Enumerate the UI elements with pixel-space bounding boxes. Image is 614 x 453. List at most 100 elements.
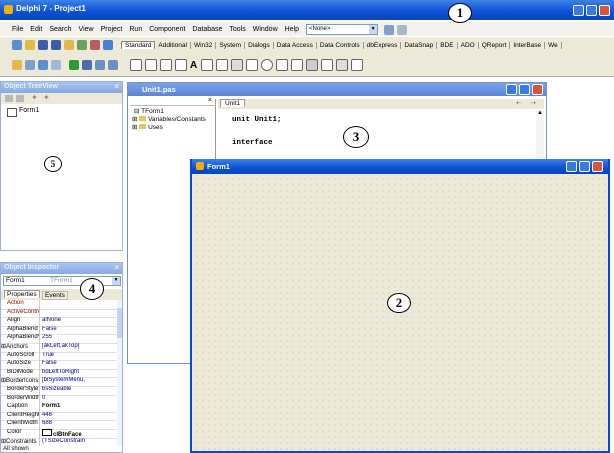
explorer-item-uses[interactable]: ⊞ Uses (132, 123, 163, 131)
maximize-button[interactable] (586, 5, 597, 16)
back-arrow-icon[interactable]: ⇠ (516, 99, 522, 107)
tab-unit1[interactable]: Unit1 (220, 99, 246, 107)
listbox-icon[interactable] (276, 59, 289, 71)
menu-tools[interactable]: Tools (229, 26, 245, 33)
close-icon[interactable]: × (114, 263, 119, 272)
treeview-title: Object TreeView (4, 83, 58, 90)
palette-tab-web[interactable]: We (545, 41, 562, 49)
desktop-save-icon[interactable] (384, 24, 395, 35)
pause-icon[interactable] (82, 60, 92, 70)
view-form-icon[interactable] (25, 60, 35, 70)
palette-tab-bde[interactable]: BDE (437, 41, 458, 49)
close-button[interactable] (592, 161, 603, 172)
menu-run[interactable]: Run (129, 26, 142, 33)
popup-menu-icon[interactable] (175, 59, 187, 71)
delphi-app-icon (4, 5, 13, 14)
panel-icon[interactable] (336, 59, 349, 71)
menu-help[interactable]: Help (285, 26, 299, 33)
radio-icon[interactable] (261, 59, 274, 71)
desktop-set-icon[interactable] (397, 24, 408, 35)
scrollbar-thumb[interactable] (117, 308, 122, 338)
chevron-down-icon[interactable]: ▼ (369, 25, 378, 34)
forward-arrow-icon[interactable]: ⇢ (530, 99, 536, 107)
down-arrow-icon[interactable]: ✦ (43, 93, 50, 102)
new-form-icon[interactable] (51, 60, 61, 70)
palette-tab-qreport[interactable]: QReport (479, 41, 511, 49)
palette-tab-dbexpress[interactable]: dbExpress (364, 41, 402, 49)
callout-number: 5 (50, 159, 56, 169)
menu-edit[interactable]: Edit (30, 26, 42, 33)
label-icon[interactable]: A (190, 60, 197, 71)
open-icon[interactable] (25, 40, 35, 50)
ide-title-bar: Delphi 7 - Project1 (0, 0, 614, 20)
palette-tab-dialogs[interactable]: Dialogs (245, 41, 274, 49)
button-icon[interactable] (231, 59, 244, 71)
minimize-button[interactable] (573, 5, 584, 16)
menu-component[interactable]: Component (149, 26, 185, 33)
combobox-icon[interactable] (291, 59, 304, 71)
new-icon[interactable] (12, 40, 22, 50)
tab-events[interactable]: Events (42, 291, 68, 300)
view-unit-icon[interactable] (12, 60, 22, 70)
inspector-scrollbar[interactable] (117, 300, 122, 446)
palette-tab-data-access[interactable]: Data Access (274, 41, 317, 49)
menu-project[interactable]: Project (101, 26, 123, 33)
toggle-form-unit-icon[interactable] (38, 60, 48, 70)
close-button[interactable] (599, 5, 610, 16)
step-over-icon[interactable] (108, 60, 118, 70)
toolbar-area: Standard Additional Win32 System Dialogs… (0, 37, 614, 77)
move-icon[interactable] (16, 95, 24, 102)
form-design-surface[interactable] (194, 176, 606, 451)
help-icon[interactable] (103, 40, 113, 50)
trace-into-icon[interactable] (95, 60, 105, 70)
frames-icon[interactable] (145, 59, 157, 71)
up-arrow-icon[interactable]: ✦ (31, 93, 38, 102)
menu-file[interactable]: File (12, 26, 23, 33)
palette-tab-data-controls[interactable]: Data Controls (317, 41, 364, 49)
main-menu-icon[interactable] (160, 59, 172, 71)
save-all-icon[interactable] (51, 40, 61, 50)
palette-tab-additional[interactable]: Additional (155, 41, 191, 49)
config-dropdown[interactable]: <None> ▼ (306, 24, 379, 35)
maximize-button[interactable] (579, 161, 590, 172)
maximize-button[interactable] (519, 84, 530, 95)
menu-search[interactable]: Search (49, 26, 71, 33)
menu-view[interactable]: View (79, 26, 94, 33)
palette-tab-system[interactable]: System (216, 41, 246, 49)
palette-tab-interbase[interactable]: InterBase (510, 41, 546, 49)
tab-properties[interactable]: Properties (4, 290, 40, 298)
palette-tab-win32[interactable]: Win32 (191, 41, 217, 49)
explorer-item-variables[interactable]: ⊞ Variables/Constants (132, 115, 206, 123)
scrollbar-icon[interactable] (306, 59, 319, 71)
close-button[interactable] (532, 84, 543, 95)
property-name: ActiveControl (1, 308, 40, 318)
save-icon[interactable] (38, 40, 48, 50)
close-icon[interactable]: × (208, 97, 212, 104)
actionlist-icon[interactable] (351, 59, 364, 71)
pointer-icon[interactable] (130, 59, 142, 71)
memo-icon[interactable] (216, 59, 229, 71)
delete-icon[interactable] (5, 95, 13, 102)
property-name: BorderWidth (1, 394, 40, 404)
groupbox-icon[interactable] (321, 59, 334, 71)
palette-tab-standard[interactable]: Standard (121, 41, 156, 49)
edit-icon[interactable] (201, 59, 214, 71)
run-icon[interactable] (69, 60, 79, 70)
add-file-icon[interactable] (77, 40, 87, 50)
checkbox-icon[interactable] (246, 59, 259, 71)
close-icon[interactable]: × (114, 82, 119, 91)
minimize-button[interactable] (506, 84, 517, 95)
property-row[interactable]: ⊞Constraints (TSizeConstrain (1, 437, 117, 446)
remove-file-icon[interactable] (90, 40, 100, 50)
chevron-down-icon[interactable]: ▼ (112, 277, 120, 285)
palette-tab-ado[interactable]: ADO (458, 41, 479, 49)
tree-item-form1[interactable]: Form1 (7, 107, 67, 117)
menu-database[interactable]: Database (192, 26, 222, 33)
menu-window[interactable]: Window (253, 26, 278, 33)
chevron-up-icon[interactable]: ▲ (537, 110, 543, 116)
open-project-icon[interactable] (64, 40, 74, 50)
property-name: Action (1, 300, 40, 309)
palette-tab-datasnap[interactable]: DataSnap (401, 41, 438, 49)
minimize-button[interactable] (566, 161, 577, 172)
explorer-root[interactable]: ⊟ TForm1 (134, 107, 164, 115)
